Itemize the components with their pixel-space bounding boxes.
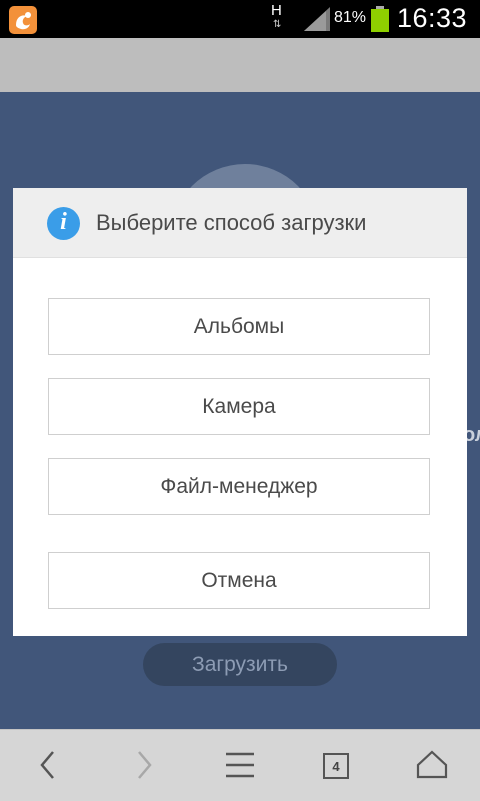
status-bar: H ⇅ 81% 16:33 (0, 0, 480, 38)
upload-method-dialog: i Выберите способ загрузки Альбомы Камер… (13, 188, 467, 636)
menu-button[interactable] (210, 730, 270, 801)
forward-button[interactable] (114, 730, 174, 801)
battery-icon (371, 6, 389, 32)
info-icon: i (47, 207, 80, 240)
back-icon (40, 751, 54, 779)
albums-button[interactable]: Альбомы (48, 298, 430, 355)
upload-button[interactable]: Загрузить (143, 643, 337, 686)
cancel-button[interactable]: Отмена (48, 552, 430, 609)
tabs-button[interactable]: 4 (306, 730, 366, 801)
signal-strength-icon (304, 7, 330, 31)
data-arrows-icon: ⇅ (273, 19, 282, 30)
clock: 16:33 (397, 3, 468, 33)
tabs-icon: 4 (323, 753, 349, 779)
back-button[interactable] (18, 730, 78, 801)
forward-icon (138, 751, 152, 779)
dialog-title: Выберите способ загрузки (96, 210, 367, 235)
browser-address-bar[interactable] (0, 38, 480, 92)
dialog-header: i Выберите способ загрузки (13, 188, 467, 258)
network-type: H (271, 2, 282, 19)
tab-count: 4 (332, 759, 340, 774)
camera-button[interactable]: Камера (48, 378, 430, 435)
home-button[interactable] (402, 730, 462, 801)
battery-percent: 81% (334, 9, 367, 26)
browser-nav-bar: 4 (0, 729, 480, 801)
uc-browser-app-icon (9, 6, 37, 34)
file-manager-button[interactable]: Файл-менеджер (48, 458, 430, 515)
menu-icon (226, 752, 254, 778)
home-icon (416, 750, 448, 779)
